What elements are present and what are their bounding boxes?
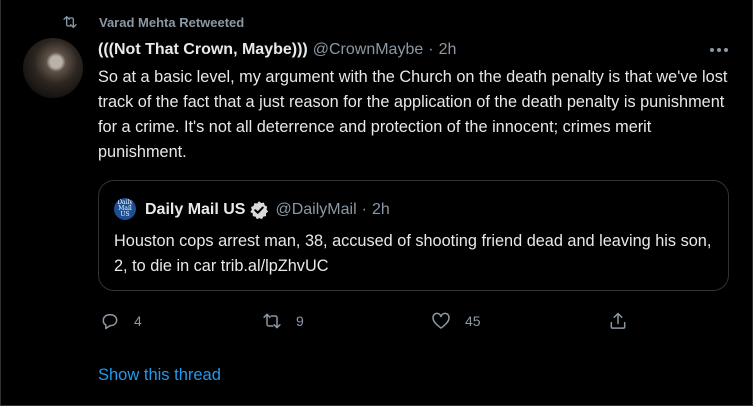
tweet-actions: 4 9 45 [98,307,738,335]
retweet-count: 9 [296,313,304,329]
header-separator: · [428,41,434,58]
author-name[interactable]: (((Not That Crown, Maybe))) [98,41,308,59]
show-thread-link[interactable]: Show this thread [98,366,221,385]
heart-icon [432,312,450,329]
social-context: Varad Mehta Retweeted [61,12,244,32]
reply-button[interactable]: 4 [100,307,142,335]
quoted-tweet-text: Houston cops arrest man, 38, accused of … [114,232,712,275]
quoted-tweet[interactable]: Daily Mail US Daily Mail US @DailyMail ·… [98,180,729,291]
share-button[interactable] [608,307,628,335]
more-options-icon[interactable] [707,40,731,60]
retweet-action-icon [263,313,281,329]
retweet-icon [63,16,77,28]
tweet-text: So at a basic level, my argument with th… [98,68,728,161]
tweet-card[interactable]: Varad Mehta Retweeted (((Not That Crown,… [0,0,753,406]
reply-count: 4 [134,313,142,329]
retweet-button[interactable]: 9 [262,307,304,335]
quoted-header-separator: · [361,201,367,218]
verified-badge-icon [250,201,269,220]
dot [724,48,728,52]
dot [717,48,721,52]
dot [710,48,714,52]
share-icon [610,312,626,329]
quoted-author-name[interactable]: Daily Mail US [145,201,245,219]
retweeted-by-label[interactable]: Varad Mehta Retweeted [99,15,244,30]
author-avatar[interactable] [23,38,83,98]
tweet-timestamp[interactable]: 2h [439,41,457,59]
quoted-author-handle[interactable]: @DailyMail [275,201,356,219]
like-button[interactable]: 45 [431,307,481,335]
quoted-tweet-timestamp[interactable]: 2h [372,201,390,219]
quoted-tweet-header: Daily Mail US @DailyMail · 2h [145,199,390,221]
author-handle[interactable]: @CrownMaybe [313,41,424,59]
quoted-author-avatar[interactable]: Daily Mail US [114,198,136,220]
reply-icon [102,314,118,330]
tweet-header: (((Not That Crown, Maybe))) @CrownMaybe … [98,39,456,61]
like-count: 45 [465,313,481,329]
